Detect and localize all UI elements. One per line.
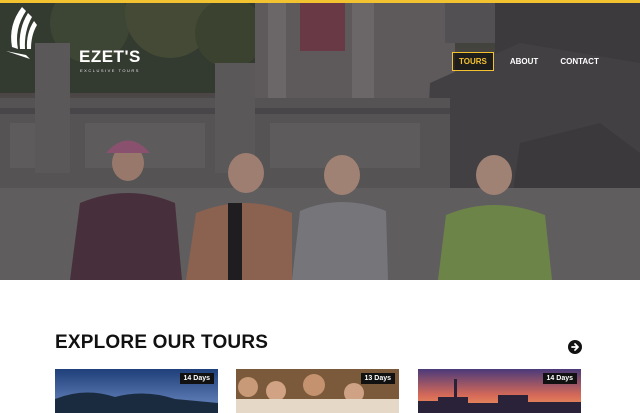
tour-card[interactable]: 14 Days: [55, 369, 218, 413]
duration-badge: 14 Days: [542, 373, 577, 384]
nav-item-about[interactable]: ABOUT: [504, 53, 544, 70]
tour-card[interactable]: 14 Days: [418, 369, 581, 413]
nav-item-contact[interactable]: CONTACT: [554, 53, 605, 70]
section-title: EXPLORE OUR TOURS: [55, 332, 269, 353]
brand-tagline: EXCLUSIVE TOURS: [80, 68, 140, 73]
arrow-right-circle-icon: [571, 343, 579, 351]
next-tours-button[interactable]: [568, 340, 582, 354]
tour-card[interactable]: 13 Days: [236, 369, 399, 413]
duration-badge: 14 Days: [179, 373, 214, 384]
nav-item-tours[interactable]: TOURS: [452, 52, 494, 71]
duration-badge: 13 Days: [360, 373, 395, 384]
brand-name[interactable]: EZET'S: [79, 47, 141, 67]
hero-banner: EZET'S EXCLUSIVE TOURS TOURS ABOUT CONTA…: [0, 3, 640, 280]
main-nav: TOURS ABOUT CONTACT: [452, 52, 615, 71]
